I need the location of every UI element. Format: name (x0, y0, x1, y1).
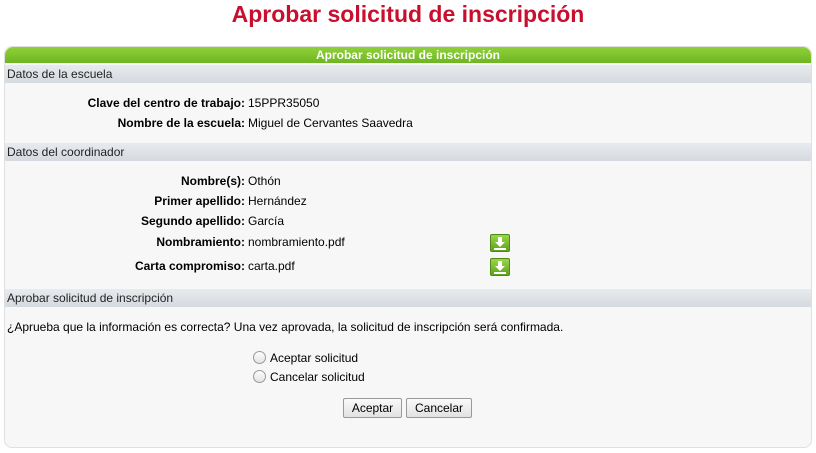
field-row-nombre-escuela: Nombre de la escuela: Miguel de Cervante… (5, 114, 811, 132)
radio-button[interactable] (253, 351, 266, 364)
approval-panel: Aprobar solicitud de inscripción Datos d… (4, 46, 812, 448)
cancel-button[interactable]: Cancelar (406, 398, 472, 418)
section-school: Datos de la escuela (5, 65, 811, 83)
radio-option-cancel[interactable]: Cancelar solicitud (253, 369, 365, 385)
field-value: Miguel de Cervantes Saavedra (248, 116, 413, 130)
field-label: Carta compromiso: (134, 259, 245, 273)
radio-button[interactable] (253, 370, 266, 383)
file-name: carta.pdf (248, 259, 295, 273)
radio-option-accept[interactable]: Aceptar solicitud (253, 350, 358, 366)
field-value: 15PPR35050 (248, 96, 320, 110)
download-icon[interactable] (490, 258, 510, 276)
field-label: Nombre de la escuela: (117, 116, 245, 130)
field-row-nombramiento: Nombramiento: nombramiento.pdf (5, 233, 811, 251)
field-row-clave: Clave del centro de trabajo: 15PPR35050 (5, 94, 811, 112)
field-label: Segundo apellido: (141, 214, 245, 228)
field-row-primer-apellido: Primer apellido: Hernández (5, 192, 811, 210)
field-label: Clave del centro de trabajo: (87, 96, 245, 110)
radio-label: Cancelar solicitud (270, 370, 365, 384)
section-approval: Aprobar solicitud de inscripción (5, 289, 811, 307)
field-value: García (248, 214, 285, 228)
field-value: Othón (248, 174, 281, 188)
approval-question: ¿Aprueba que la información es correcta?… (7, 320, 564, 334)
download-icon[interactable] (490, 234, 510, 252)
field-row-segundo-apellido: Segundo apellido: García (5, 212, 811, 230)
field-row-nombres: Nombre(s): Othón (5, 172, 811, 190)
field-label: Nombramiento: (156, 235, 245, 249)
panel-header: Aprobar solicitud de inscripción (5, 47, 811, 63)
field-row-carta: Carta compromiso: carta.pdf (5, 257, 811, 275)
field-value: Hernández (248, 194, 307, 208)
page-title: Aprobar solicitud de inscripción (231, 1, 585, 27)
radio-label: Aceptar solicitud (270, 351, 359, 365)
file-name: nombramiento.pdf (248, 235, 345, 249)
field-label: Nombre(s): (180, 174, 245, 188)
field-label: Primer apellido: (154, 194, 245, 208)
accept-button[interactable]: Aceptar (343, 398, 402, 418)
section-coordinator: Datos del coordinador (5, 143, 811, 161)
